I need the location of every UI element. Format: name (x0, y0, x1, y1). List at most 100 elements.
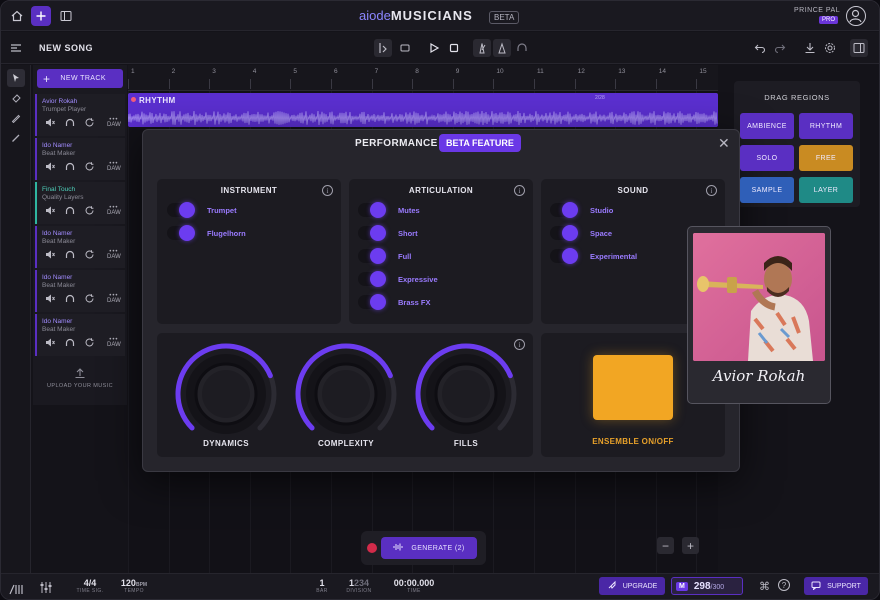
zoom-in-icon[interactable]: + (682, 537, 699, 554)
region-button-free[interactable]: FREE (799, 145, 853, 171)
mixer-icon[interactable] (7, 39, 25, 57)
option-toggle[interactable] (550, 225, 578, 241)
timeline-ruler[interactable]: 1 2 3 4 5 6 7 8 9 10 11 12 13 14 15 (128, 65, 718, 91)
region-button-rhythm[interactable]: RHYTHM (799, 113, 853, 139)
solo-headphones-icon[interactable] (65, 338, 75, 349)
mute-icon[interactable] (45, 162, 55, 173)
track-item[interactable]: Ido Namer Beat Maker ••• DAW (35, 138, 125, 180)
mute-icon[interactable] (45, 250, 55, 261)
refresh-icon[interactable] (85, 338, 95, 349)
knob-dynamics[interactable] (171, 339, 281, 449)
count-in-icon[interactable] (493, 39, 511, 57)
metronome-icon[interactable] (473, 39, 491, 57)
refresh-icon[interactable] (85, 206, 95, 217)
refresh-icon[interactable] (85, 162, 95, 173)
info-icon[interactable]: i (514, 185, 525, 196)
region-button-ambience[interactable]: AMBIENCE (740, 113, 794, 139)
option-row[interactable]: Short (358, 225, 438, 241)
help-icon[interactable]: ? (778, 579, 790, 591)
loop-icon[interactable] (396, 39, 414, 57)
mute-icon[interactable] (45, 118, 55, 129)
info-icon[interactable]: i (322, 185, 333, 196)
knob-fills[interactable] (411, 339, 521, 449)
tempo[interactable]: 120BPM TEMPO (115, 578, 153, 594)
level-meter-icon[interactable] (9, 582, 23, 599)
time-signature[interactable]: 4/4 TIME SIG. (73, 578, 107, 594)
mute-icon[interactable] (45, 206, 55, 217)
rhythm-region[interactable]: 2/28 (128, 93, 718, 127)
pointer-tool-icon[interactable] (7, 69, 25, 87)
option-toggle[interactable] (167, 202, 195, 218)
option-row[interactable]: Mutes (358, 202, 438, 218)
new-track-button[interactable]: + NEW TRACK (37, 69, 123, 88)
brush-tool-icon[interactable] (7, 129, 25, 147)
add-icon[interactable] (31, 6, 51, 26)
daw-button[interactable]: ••• DAW (107, 161, 121, 172)
sidebar-toggle-icon[interactable] (56, 6, 76, 26)
upload-music-button[interactable]: UPLOAD YOUR MUSIC (35, 361, 125, 401)
option-row[interactable]: Full (358, 248, 438, 264)
refresh-icon[interactable] (85, 250, 95, 261)
close-icon[interactable]: ✕ (718, 135, 730, 152)
redo-icon[interactable] (771, 39, 789, 57)
download-icon[interactable] (801, 39, 819, 57)
track-item[interactable]: Ido Namer Beat Maker ••• DAW (35, 270, 125, 312)
zoom-out-icon[interactable]: − (657, 537, 674, 554)
knob-complexity[interactable] (291, 339, 401, 449)
option-row[interactable]: Experimental (550, 248, 637, 264)
mixer-sliders-icon[interactable] (39, 581, 53, 599)
option-row[interactable]: Space (550, 225, 637, 241)
option-row[interactable]: Studio (550, 202, 637, 218)
option-row[interactable]: Brass FX (358, 294, 438, 310)
daw-button[interactable]: ••• DAW (107, 293, 121, 304)
option-row[interactable]: Expressive (358, 271, 438, 287)
command-icon[interactable]: ⌘ (759, 580, 770, 593)
panel-toggle-icon[interactable] (850, 39, 868, 57)
option-toggle[interactable] (358, 202, 386, 218)
mute-icon[interactable] (45, 294, 55, 305)
option-toggle[interactable] (550, 202, 578, 218)
pencil-tool-icon[interactable] (7, 109, 25, 127)
credits-counter[interactable]: M 298/300 (671, 577, 743, 595)
daw-button[interactable]: ••• DAW (107, 205, 121, 216)
home-icon[interactable] (7, 6, 27, 26)
region-button-layer[interactable]: LAYER (799, 177, 853, 203)
stop-icon[interactable] (445, 39, 463, 57)
mute-icon[interactable] (45, 338, 55, 349)
record-button[interactable] (367, 543, 377, 553)
headphones-icon[interactable] (513, 39, 531, 57)
option-toggle[interactable] (358, 248, 386, 264)
ensemble-toggle-button[interactable] (593, 355, 673, 420)
solo-headphones-icon[interactable] (65, 162, 75, 173)
play-icon[interactable] (425, 39, 443, 57)
option-toggle[interactable] (550, 248, 578, 264)
settings-icon[interactable] (821, 39, 839, 57)
info-icon[interactable]: i (706, 185, 717, 196)
support-button[interactable]: SUPPORT (804, 577, 868, 595)
daw-button[interactable]: ••• DAW (107, 117, 121, 128)
daw-button[interactable]: ••• DAW (107, 337, 121, 348)
snap-icon[interactable] (374, 39, 392, 57)
upgrade-button[interactable]: UPGRADE (599, 577, 665, 595)
track-item[interactable]: Final Touch Quality Layers ••• DAW (35, 182, 125, 224)
option-row[interactable]: Flugelhorn (167, 225, 246, 241)
daw-button[interactable]: ••• DAW (107, 249, 121, 260)
track-item[interactable]: Ido Namer Beat Maker ••• DAW (35, 226, 125, 268)
option-toggle[interactable] (167, 225, 195, 241)
option-row[interactable]: Trumpet (167, 202, 246, 218)
track-item[interactable]: Avior Rokah Trumpet Player ••• DAW (35, 94, 125, 136)
region-button-sample[interactable]: SAMPLE (740, 177, 794, 203)
solo-headphones-icon[interactable] (65, 294, 75, 305)
track-item[interactable]: Ido Namer Beat Maker ••• DAW (35, 314, 125, 356)
user-avatar-icon[interactable] (846, 6, 866, 26)
option-toggle[interactable] (358, 271, 386, 287)
region-button-solo[interactable]: SOLO (740, 145, 794, 171)
solo-headphones-icon[interactable] (65, 206, 75, 217)
solo-headphones-icon[interactable] (65, 118, 75, 129)
generate-button[interactable]: GENERATE (2) (381, 537, 477, 559)
song-title[interactable]: NEW SONG (39, 43, 93, 53)
option-toggle[interactable] (358, 294, 386, 310)
option-toggle[interactable] (358, 225, 386, 241)
refresh-icon[interactable] (85, 294, 95, 305)
eraser-tool-icon[interactable] (7, 89, 25, 107)
